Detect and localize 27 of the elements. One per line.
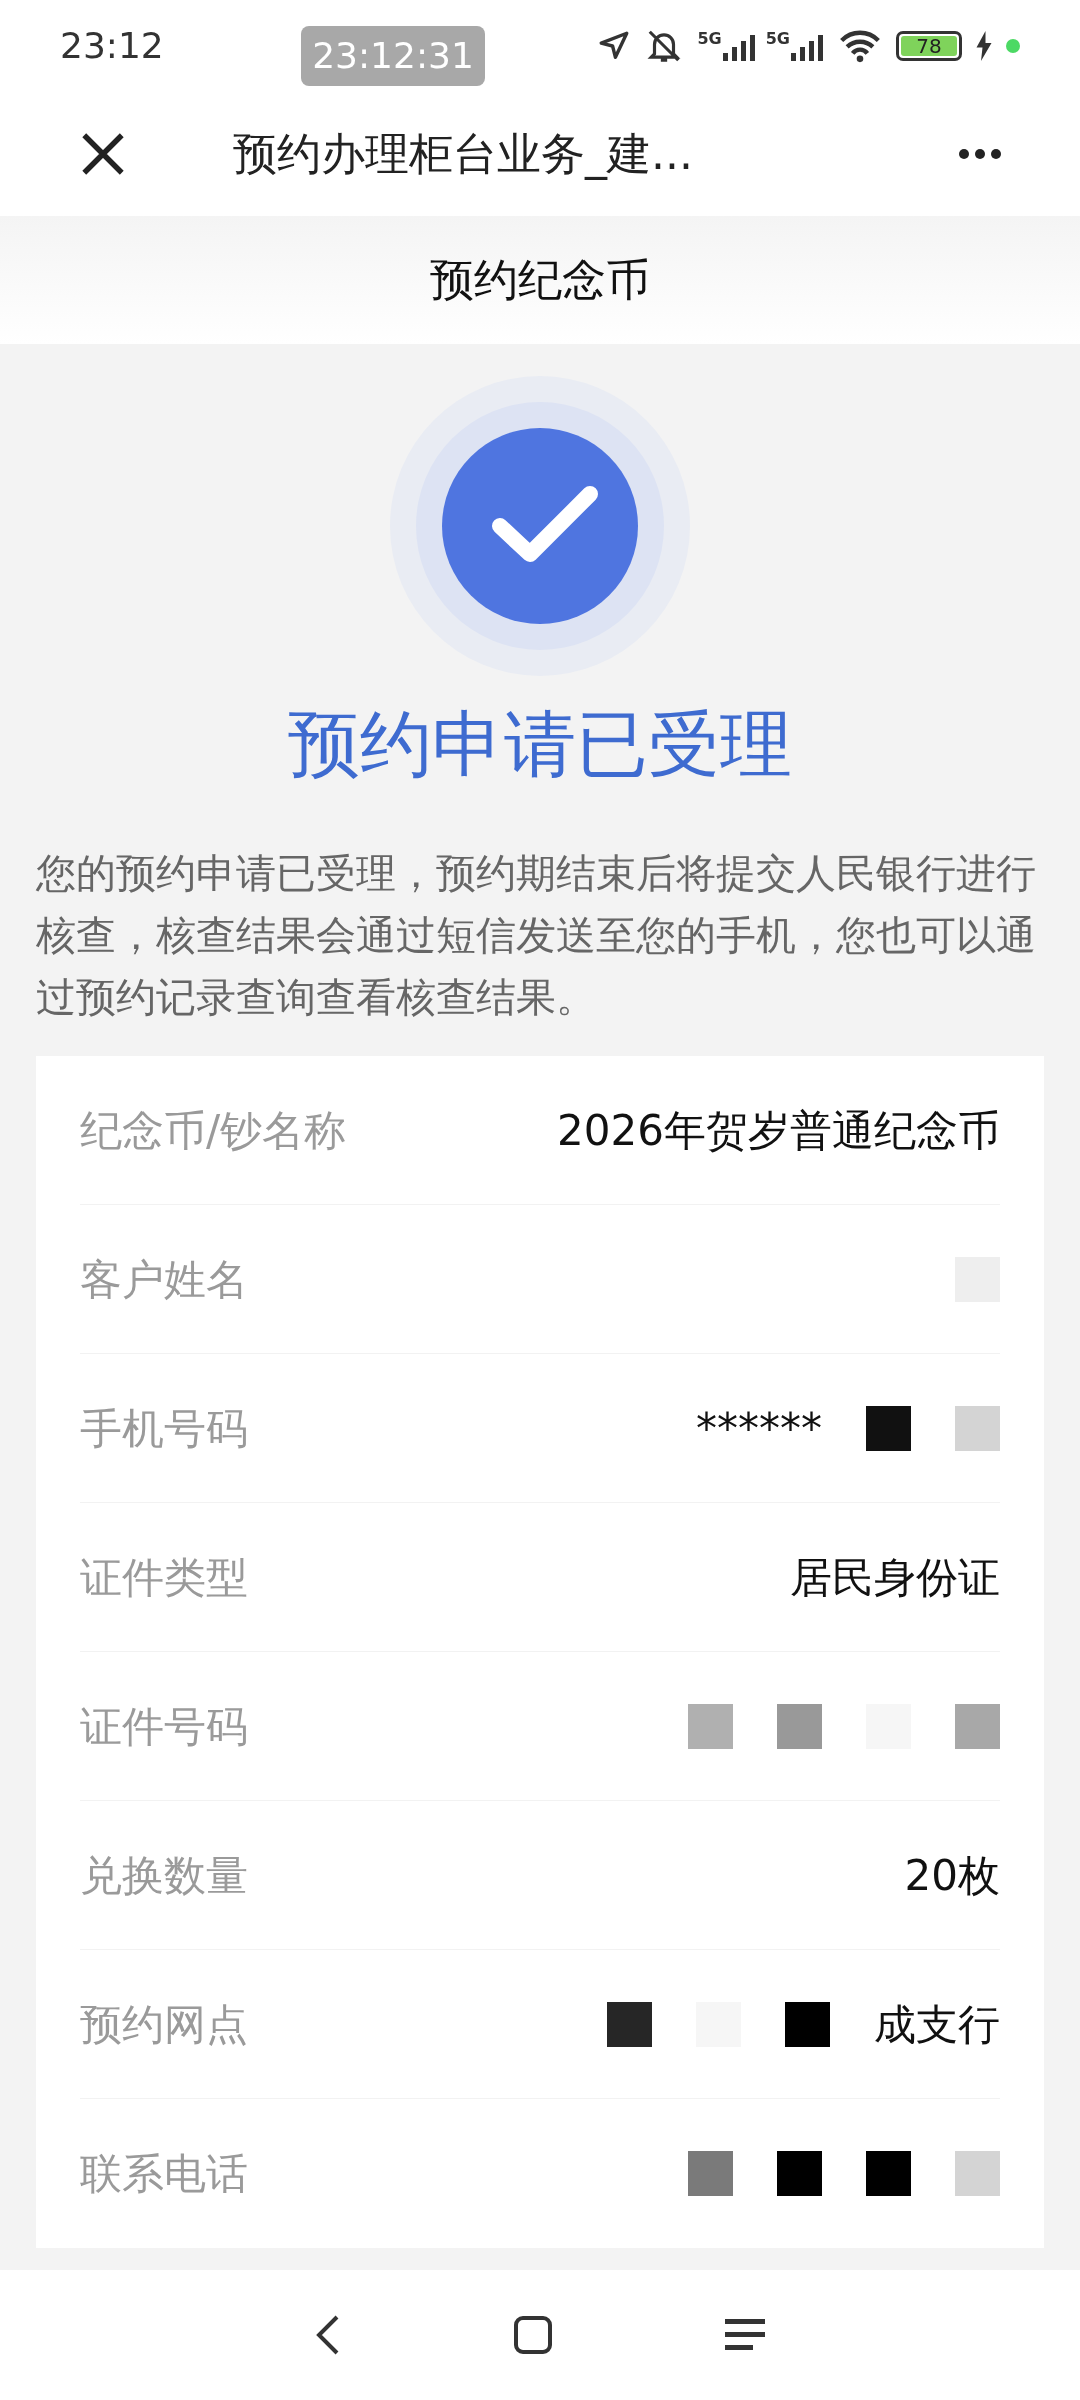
charging-icon — [976, 31, 992, 61]
page-title: 预约办理柜台业务_建... — [233, 127, 693, 182]
field-label: 证件号码 — [80, 1700, 248, 1753]
status-time: 23:12 — [60, 24, 164, 68]
field-label: 兑换数量 — [80, 1849, 248, 1902]
field-label: 联系电话 — [80, 2148, 248, 2200]
field-value: ****** — [696, 1402, 822, 1455]
result-title: 预约申请已受理 — [288, 701, 792, 788]
field-label: 客户姓名 — [80, 1253, 248, 1306]
more-icon[interactable] — [958, 148, 1002, 160]
network-type: 5G — [697, 31, 722, 47]
field-value: 成支行 — [874, 1998, 1000, 2051]
network-type: 5G — [765, 31, 790, 47]
field-value: 2026年贺岁普通纪念币 — [557, 1104, 1000, 1157]
field-label: 证件类型 — [80, 1551, 248, 1604]
battery-icon: 78 — [896, 31, 962, 61]
section-title: 预约纪念币 — [430, 253, 650, 307]
field-value: 居民身份证 — [790, 1551, 1000, 1604]
field-label: 手机号码 — [80, 1402, 248, 1455]
wifi-icon — [838, 29, 882, 63]
success-check-icon — [390, 376, 690, 676]
field-label: 预约网点 — [80, 1998, 248, 2051]
home-icon[interactable] — [513, 2315, 553, 2355]
field-label: 纪念币/钞名称 — [80, 1104, 347, 1157]
result-message: 您的预约申请已受理，预约期结束后将提交人民银行进行核查，核查结果会通过短信发送至您的手机，您也可以通过预约记录查询查看核查结果。 — [35, 849, 1037, 1022]
recording-timer: 23:12:31 — [301, 26, 485, 86]
field-value: 20枚 — [904, 1849, 1000, 1902]
